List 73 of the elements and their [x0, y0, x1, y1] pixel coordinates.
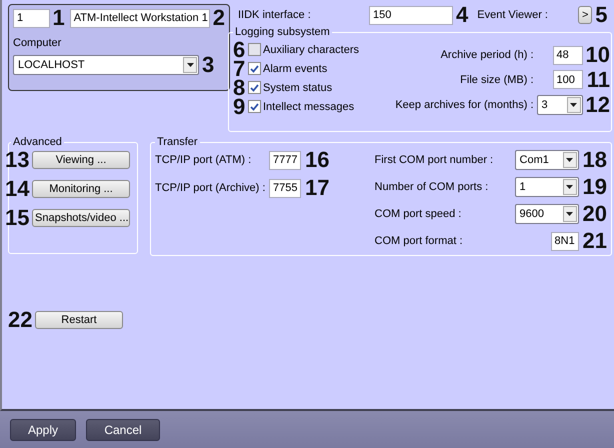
checkbox-label: System status [263, 82, 332, 94]
callout-number: 13 [5, 150, 29, 170]
computer-dropdown[interactable]: LOCALHOST [13, 55, 199, 75]
group-title: Advanced [12, 136, 63, 148]
field-label: Archive period (h) : [440, 49, 534, 62]
group-title: Transfer [156, 136, 199, 148]
iidk-field[interactable]: 150 [369, 6, 453, 24]
event-viewer-label: Event Viewer : [477, 9, 549, 21]
com-label: First COM port number : [374, 154, 494, 166]
com-dropdown[interactable]: Com1 [514, 150, 579, 170]
callout-number: 8 [233, 78, 246, 98]
callout-number: 5 [595, 5, 608, 25]
com-dropdown[interactable]: 9600 [514, 204, 579, 224]
callout-number: 14 [5, 179, 29, 199]
computer-label: Computer [13, 37, 62, 49]
callout-number: 17 [305, 178, 330, 198]
field-label: File size (MB) : [460, 74, 534, 86]
group-title: Logging subsystem [234, 26, 331, 38]
name-field[interactable]: ATM-Intellect Workstation 1 [70, 8, 210, 28]
format-field[interactable]: 8N1 [550, 232, 579, 250]
checkbox-label: Intellect messages [263, 100, 354, 112]
number-field[interactable]: 100 [552, 70, 583, 90]
port-field[interactable]: 7777 [269, 150, 301, 170]
callout-number: 7 [233, 58, 246, 78]
callout-number: 21 [582, 231, 607, 251]
callout-number: 22 [8, 310, 32, 330]
port-label: TCP/IP port (Archive) : [155, 182, 265, 194]
advanced-button[interactable]: Snapshots/video ... [32, 209, 130, 227]
caret-icon [566, 185, 574, 189]
advanced-button[interactable]: Monitoring ... [32, 180, 130, 198]
callout-number: 6 [233, 40, 246, 60]
caret-icon [566, 158, 574, 162]
checkmark-icon [250, 64, 259, 72]
caret-icon [186, 63, 194, 67]
advanced-button[interactable]: Viewing ... [32, 151, 130, 169]
callout-number: 9 [233, 96, 246, 116]
months-dropdown[interactable]: 3 [536, 94, 583, 115]
com-label: COM port speed : [374, 208, 462, 220]
com-label: Number of COM ports : [374, 181, 490, 193]
com-label: COM port format : [374, 235, 464, 247]
number-field[interactable]: 48 [552, 46, 583, 65]
callout-number: 15 [5, 208, 29, 228]
footer-button[interactable]: Apply [10, 418, 76, 440]
callout-number: 2 [212, 8, 225, 28]
checkbox[interactable] [248, 81, 261, 94]
callout-number: 20 [582, 204, 607, 224]
checkmark-icon [250, 102, 259, 110]
iidk-label: IIDK interface : [238, 9, 312, 21]
footer-button[interactable]: Cancel [86, 418, 160, 440]
callout-number: 4 [456, 5, 468, 25]
field-label: Keep archives for (months) : [395, 98, 534, 111]
checkbox-label: Alarm events [263, 62, 328, 74]
callout-number: 16 [305, 150, 330, 170]
callout-number: 19 [582, 177, 607, 197]
com-dropdown[interactable]: 1 [514, 177, 579, 197]
event-viewer-button[interactable]: > [578, 6, 592, 24]
port-field[interactable]: 7755 [269, 178, 301, 198]
callout-number: 18 [582, 150, 607, 170]
id-field[interactable]: 1 [13, 8, 50, 28]
restart-button[interactable]: Restart [35, 311, 123, 329]
callout-number: 10 [586, 45, 610, 66]
callout-number: 3 [202, 55, 214, 75]
checkbox[interactable] [248, 62, 261, 75]
callout-number: 12 [586, 94, 610, 115]
port-label: TCP/IP port (ATM) : [155, 154, 252, 166]
caret-icon [566, 212, 574, 216]
checkbox[interactable] [248, 43, 261, 56]
checkmark-icon [250, 84, 259, 92]
callout-number: 11 [586, 70, 610, 90]
checkbox[interactable] [248, 100, 261, 113]
caret-icon [570, 102, 578, 107]
checkbox-label: Auxiliary characters [263, 44, 359, 56]
callout-number: 1 [52, 8, 65, 28]
